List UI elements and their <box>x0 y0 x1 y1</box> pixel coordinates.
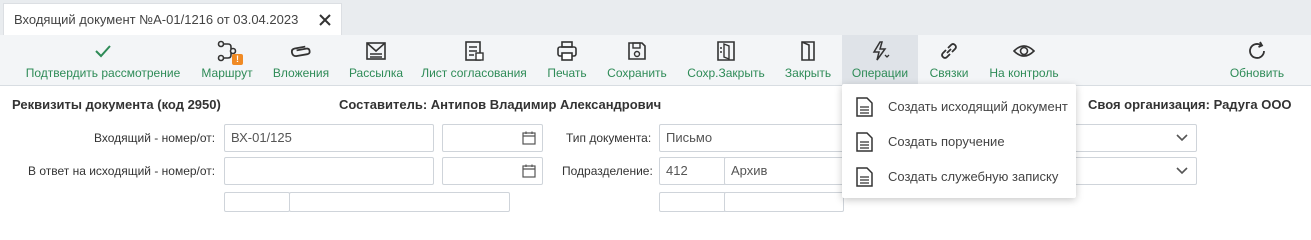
row3-field-b[interactable] <box>289 192 510 212</box>
lightning-icon <box>872 41 890 61</box>
button-label: Маршрут <box>201 66 253 80</box>
confirm-review-button[interactable]: Подтвердить рассмотрение <box>20 35 186 85</box>
print-button[interactable]: Печать <box>542 35 592 85</box>
department-label: Подразделение: <box>562 164 653 178</box>
doc-type-value: Письмо <box>666 130 713 145</box>
incoming-number-field[interactable]: ВХ-01/125 <box>224 124 434 152</box>
menu-item-create-assignment[interactable]: Создать поручение <box>842 123 1076 158</box>
button-label: Связки <box>929 66 969 80</box>
save-button[interactable]: Сохранить <box>602 35 672 85</box>
button-label: Обновить <box>1229 66 1285 80</box>
save-icon <box>628 42 646 60</box>
operations-button[interactable]: Операции <box>842 35 918 85</box>
button-label: Операции <box>851 66 909 80</box>
button-label: На контроль <box>989 66 1059 80</box>
organization-title: Своя организация: Радуга ООО <box>1088 97 1292 112</box>
save-close-icon <box>717 41 735 61</box>
document-icon <box>856 132 873 152</box>
document-icon <box>856 97 873 117</box>
check-icon <box>95 45 111 58</box>
row3-field-a[interactable] <box>224 192 290 212</box>
button-label: Рассылка <box>348 66 404 80</box>
mailing-icon <box>366 42 386 60</box>
button-label: Печать <box>547 66 587 80</box>
document-tab[interactable]: Входящий документ №А-01/1216 от 03.04.20… <box>3 3 342 35</box>
menu-item-create-outgoing[interactable]: Создать исходящий документ <box>842 88 1076 123</box>
under-control-button[interactable]: На контроль <box>984 35 1064 85</box>
links-button[interactable]: Связки <box>924 35 974 85</box>
calendar-icon[interactable] <box>522 131 536 145</box>
refresh-button[interactable]: Обновить <box>1224 35 1290 85</box>
save-close-button[interactable]: Сохр.Закрыть <box>682 35 770 85</box>
approval-sheet-button[interactable]: Лист согласования <box>417 35 531 85</box>
paperclip-icon <box>290 45 311 58</box>
incoming-date-field[interactable] <box>442 124 543 152</box>
warning-badge: ! <box>232 54 243 65</box>
button-label: Закрыть <box>784 66 832 80</box>
author-title: Составитель: Антипов Владимир Александро… <box>339 97 662 112</box>
row3-field-d[interactable] <box>724 192 844 212</box>
mailing-button[interactable]: Рассылка <box>343 35 409 85</box>
close-icon[interactable] <box>317 12 333 28</box>
operations-menu: Создать исходящий документ Создать поруч… <box>842 84 1076 198</box>
tab-title: Входящий документ №А-01/1216 от 03.04.20… <box>14 12 299 27</box>
tab-bar: Входящий документ №А-01/1216 от 03.04.20… <box>0 0 1311 35</box>
close-button[interactable]: Закрыть <box>779 35 837 85</box>
approval-sheet-icon <box>465 41 484 61</box>
button-label: Подтвердить рассмотрение <box>25 66 181 80</box>
menu-item-label: Создать служебную записку <box>888 169 1059 184</box>
menu-item-label: Создать поручение <box>888 134 1005 149</box>
calendar-icon[interactable] <box>522 164 536 178</box>
reply-number-field[interactable] <box>224 157 434 185</box>
menu-item-label: Создать исходящий документ <box>888 99 1068 114</box>
menu-item-create-memo[interactable]: Создать служебную записку <box>842 158 1076 193</box>
refresh-icon <box>1249 41 1265 59</box>
attachments-button[interactable]: Вложения <box>268 35 334 85</box>
button-label: Лист согласования <box>421 66 527 80</box>
button-label: Сохр.Закрыть <box>687 66 765 80</box>
printer-icon <box>557 41 577 61</box>
route-button[interactable]: ! Маршрут <box>195 35 259 85</box>
chevron-down-icon <box>1176 134 1188 142</box>
door-icon <box>801 41 815 61</box>
link-icon <box>941 43 957 59</box>
reply-date-field[interactable] <box>442 157 543 185</box>
eye-icon <box>1013 45 1035 57</box>
row3-field-c[interactable] <box>659 192 726 212</box>
button-label: Сохранить <box>607 66 667 80</box>
requisites-title: Реквизиты документа (код 2950) <box>12 97 221 112</box>
toolbar: Подтвердить рассмотрение ! Маршрут Вложе… <box>0 35 1311 86</box>
doc-type-label: Тип документа: <box>566 131 652 145</box>
reply-label: В ответ на исходящий - номер/от: <box>28 164 216 178</box>
department-name-value: Архив <box>731 163 768 178</box>
button-label: Вложения <box>272 66 330 80</box>
incoming-label: Входящий - номер/от: <box>94 131 216 145</box>
chevron-down-icon <box>1176 167 1188 175</box>
document-icon <box>856 167 873 187</box>
department-code-field[interactable]: 412 <box>659 157 726 185</box>
